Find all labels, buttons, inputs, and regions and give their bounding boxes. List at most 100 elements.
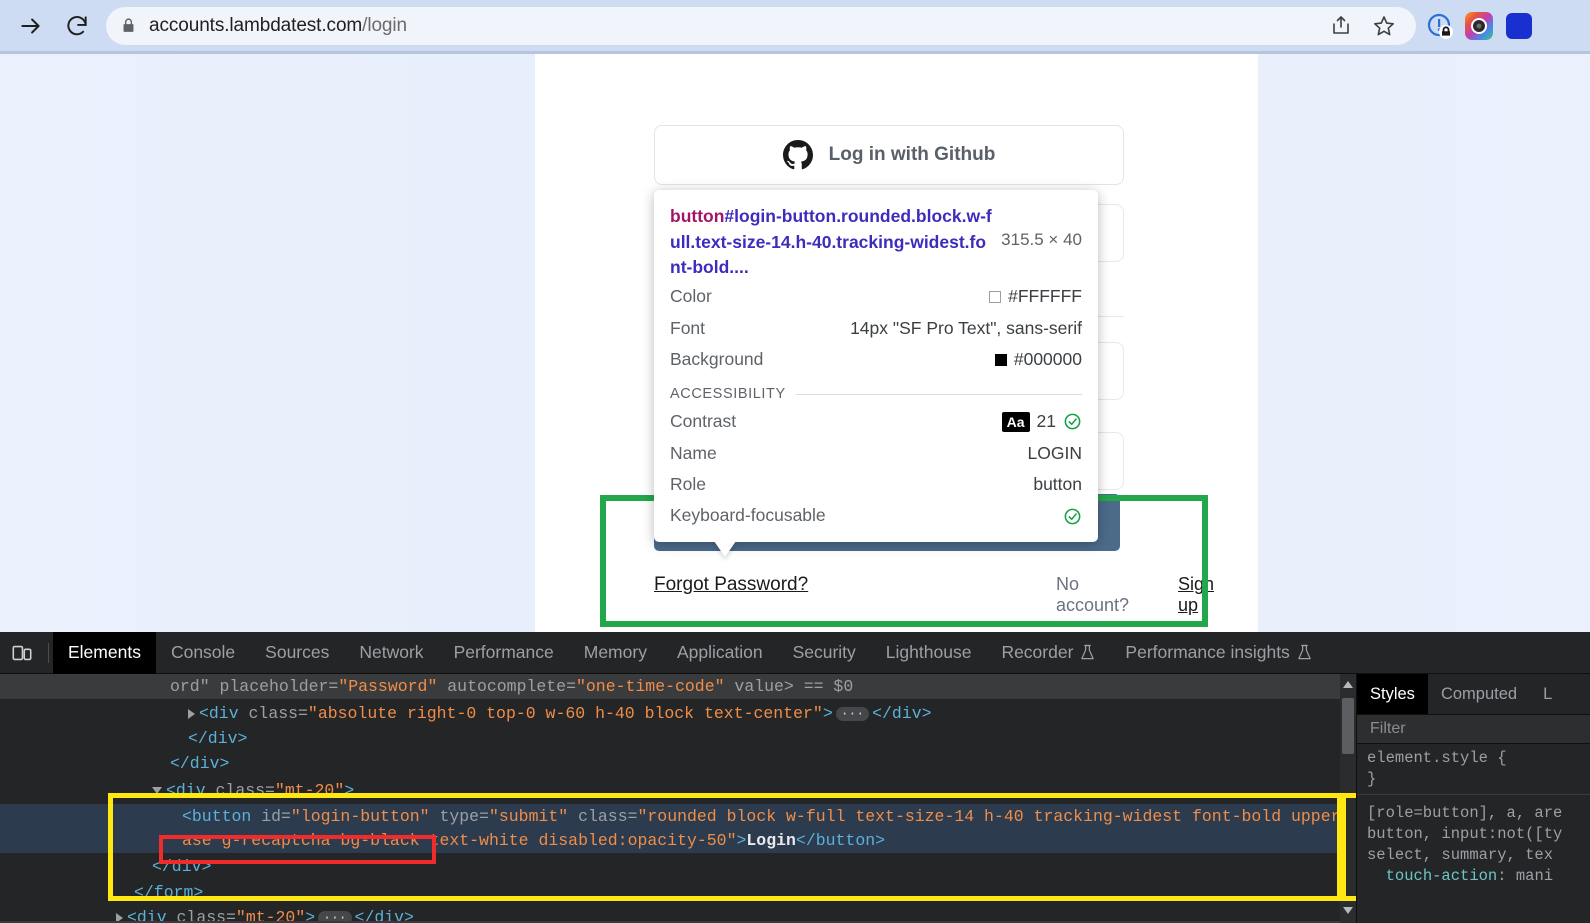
keyboard-focusable-value bbox=[1063, 507, 1082, 526]
tooltip-selector: button#login-button.rounded.block.w-full… bbox=[670, 204, 1001, 281]
dom-line-close-form[interactable]: </form> bbox=[0, 880, 1356, 905]
tab-sources-label: Sources bbox=[265, 642, 329, 663]
dom-line-close-div-1[interactable]: </div> bbox=[0, 726, 1356, 751]
scroll-down-button[interactable] bbox=[1340, 902, 1356, 920]
flask-icon bbox=[1297, 644, 1312, 661]
tab-application[interactable]: Application bbox=[662, 632, 778, 674]
ua-property-name: touch-action bbox=[1386, 867, 1498, 885]
inspect-tooltip: button#login-button.rounded.block.w-full… bbox=[654, 190, 1098, 542]
tab-memory[interactable]: Memory bbox=[569, 632, 662, 674]
bookmark-button[interactable] bbox=[1366, 8, 1402, 44]
code-token: value> == $0 bbox=[725, 677, 854, 696]
styles-filter-placeholder: Filter bbox=[1370, 720, 1406, 738]
tab-performance-insights[interactable]: Performance insights bbox=[1110, 632, 1326, 674]
code-token: </button> bbox=[796, 831, 885, 850]
tooltip-font-label: Font bbox=[670, 316, 705, 341]
tab-network[interactable]: Network bbox=[344, 632, 438, 674]
tab-elements-label: Elements bbox=[68, 642, 141, 663]
ua-selector-line-1: [role=button], a, are bbox=[1367, 804, 1562, 822]
tooltip-row-keyboard-focusable: Keyboard-focusable bbox=[670, 500, 1082, 531]
ua-selector-line-2: button, input:not([ty bbox=[1367, 825, 1562, 843]
tooltip-row-contrast: Contrast Aa 21 bbox=[670, 406, 1082, 437]
scroll-up-button[interactable] bbox=[1340, 676, 1356, 694]
ua-property-value: : mani bbox=[1497, 867, 1553, 885]
expand-triangle-icon[interactable] bbox=[188, 709, 195, 719]
code-token: "submit" bbox=[489, 807, 568, 826]
tooltip-color-value-wrap: #FFFFFF bbox=[989, 284, 1082, 309]
forward-arrow-icon bbox=[18, 13, 44, 39]
tab-lighthouse-label: Lighthouse bbox=[886, 642, 972, 663]
privacy-badger-icon bbox=[1426, 12, 1454, 40]
check-circle-icon bbox=[1063, 412, 1082, 431]
share-button[interactable] bbox=[1324, 8, 1360, 44]
sign-up-link[interactable]: Sign up bbox=[1178, 574, 1214, 616]
dom-tree-pane[interactable]: ord" placeholder="Password" autocomplete… bbox=[0, 674, 1356, 923]
tab-computed-label: Computed bbox=[1441, 685, 1517, 704]
tab-styles[interactable]: Styles bbox=[1357, 674, 1428, 714]
tab-security[interactable]: Security bbox=[778, 632, 871, 674]
tooltip-color-label: Color bbox=[670, 284, 712, 309]
tooltip-font-value: 14px "SF Pro Text", sans-serif bbox=[850, 316, 1082, 341]
a11y-name-label: Name bbox=[670, 441, 717, 466]
code-token: </div> bbox=[170, 754, 229, 773]
accessibility-section-header: ACCESSIBILITY bbox=[670, 386, 1082, 402]
tooltip-header: button#login-button.rounded.block.w-full… bbox=[670, 204, 1082, 281]
tab-elements[interactable]: Elements bbox=[53, 632, 156, 674]
star-icon bbox=[1372, 14, 1396, 38]
tab-console[interactable]: Console bbox=[156, 632, 250, 674]
tooltip-background-label: Background bbox=[670, 347, 763, 372]
code-token: > bbox=[344, 781, 354, 800]
code-token: "mt-20" bbox=[275, 781, 344, 800]
address-bar[interactable]: accounts.lambdatest.com/login bbox=[106, 7, 1416, 45]
device-toolbar-button[interactable] bbox=[0, 632, 44, 674]
code-token: id= bbox=[251, 807, 291, 826]
code-token: > bbox=[737, 831, 747, 850]
styles-rules[interactable]: element.style { } bbox=[1357, 744, 1590, 790]
url-text: accounts.lambdatest.com/login bbox=[149, 15, 407, 37]
tab-recorder-label: Recorder bbox=[1001, 642, 1073, 663]
dom-line-absolute-div[interactable]: <div class="absolute right-0 top-0 w-60 … bbox=[0, 701, 1356, 726]
forward-button[interactable] bbox=[14, 9, 48, 43]
dom-scrollbar[interactable] bbox=[1340, 674, 1356, 923]
code-token: </div> bbox=[188, 729, 247, 748]
github-login-button[interactable]: Log in with Github bbox=[654, 125, 1124, 185]
styles-ua-rule[interactable]: [role=button], a, are button, input:not(… bbox=[1357, 799, 1590, 887]
tab-recorder[interactable]: Recorder bbox=[986, 632, 1110, 674]
dom-line-close-div-2[interactable]: </div> bbox=[0, 751, 1356, 776]
share-icon bbox=[1330, 14, 1354, 38]
dom-line-mt20-div-open[interactable]: <div class="mt-20"> bbox=[0, 778, 1356, 803]
color-swatch-icon bbox=[989, 291, 1001, 303]
code-token: Login bbox=[746, 831, 796, 850]
tab-sources[interactable]: Sources bbox=[250, 632, 344, 674]
tab-memory-label: Memory bbox=[584, 642, 647, 663]
a11y-role-value: button bbox=[1033, 472, 1082, 497]
dom-line-login-button-cont[interactable]: ase g-recaptcha bg-black text-white disa… bbox=[0, 828, 1356, 853]
extension-button[interactable] bbox=[1504, 11, 1534, 41]
collapsed-content-icon[interactable]: ··· bbox=[836, 707, 869, 721]
dom-line-close-div-3[interactable]: </div> bbox=[0, 854, 1356, 879]
forgot-password-link[interactable]: Forgot Password? bbox=[654, 574, 808, 596]
tabbar-separator bbox=[48, 643, 49, 663]
tab-layout[interactable]: L bbox=[1530, 674, 1565, 714]
privacy-extension-button[interactable] bbox=[1426, 12, 1454, 40]
tab-application-label: Application bbox=[677, 642, 763, 663]
code-token: "absolute right-0 top-0 w-60 h-40 block … bbox=[308, 704, 823, 723]
collapse-triangle-icon[interactable] bbox=[152, 787, 162, 794]
devtools-body: ord" placeholder="Password" autocomplete… bbox=[0, 674, 1590, 923]
tab-performance[interactable]: Performance bbox=[439, 632, 569, 674]
tab-performance-label: Performance bbox=[454, 642, 554, 663]
styles-filter-input[interactable]: Filter bbox=[1357, 714, 1590, 744]
code-token: ase g-recaptcha bg-black text-white disa… bbox=[182, 831, 737, 850]
page-viewport: Log in with Github LOGIN Forgot Password… bbox=[0, 51, 1590, 632]
tab-computed[interactable]: Computed bbox=[1428, 674, 1530, 714]
dom-line-login-button[interactable]: <button id="login-button" type="submit" … bbox=[0, 804, 1356, 829]
reload-button[interactable] bbox=[60, 9, 94, 43]
dom-line-password-input[interactable]: ord" placeholder="Password" autocomplete… bbox=[0, 674, 1356, 699]
recorder-extension-button[interactable] bbox=[1464, 11, 1494, 41]
accessibility-rule bbox=[796, 394, 1082, 395]
github-login-label: Log in with Github bbox=[829, 144, 996, 166]
accessibility-heading-label: ACCESSIBILITY bbox=[670, 386, 786, 402]
screen-recorder-icon bbox=[1464, 11, 1494, 41]
tab-lighthouse[interactable]: Lighthouse bbox=[871, 632, 987, 674]
scrollbar-thumb[interactable] bbox=[1342, 698, 1354, 754]
